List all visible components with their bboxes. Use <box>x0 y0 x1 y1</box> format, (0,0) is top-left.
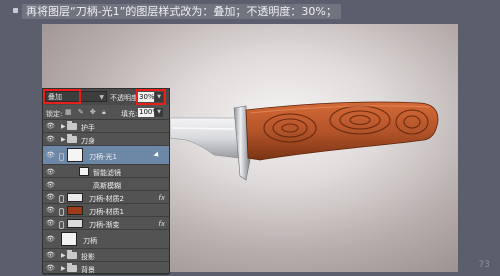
folder-icon <box>67 134 77 143</box>
layer-thumbnail <box>67 148 83 162</box>
eye-icon[interactable]: 👁︎ <box>46 265 56 272</box>
link-icon <box>59 208 64 216</box>
layer-row[interactable]: 👁︎ ▶ 背景 <box>43 262 169 275</box>
layer-thumbnail <box>61 232 77 246</box>
layer-name: 刀柄-材质2 <box>89 195 124 203</box>
page-number: 73 <box>478 260 490 270</box>
folder-icon <box>67 263 77 272</box>
layer-name: 刀身 <box>81 137 95 145</box>
link-icon <box>59 221 64 229</box>
layer-row[interactable]: 👁︎ ▶ 护手 <box>43 120 169 133</box>
chevron-down-icon: ▼ <box>99 94 104 101</box>
eye-icon[interactable]: 👁︎ <box>46 168 55 176</box>
bullet-icon <box>13 8 18 13</box>
layer-thumbnail <box>67 206 83 215</box>
fx-icon[interactable]: fx <box>158 194 165 202</box>
layer-name: 护手 <box>81 124 95 132</box>
fill-slider-button[interactable]: ▼ <box>155 108 163 117</box>
eye-icon[interactable]: 👁︎ <box>46 220 56 227</box>
blend-opacity-row: 叠加 ▼ 不透明度: 30% ▼ <box>43 89 169 105</box>
eye-icon[interactable]: 👁︎ <box>46 252 56 259</box>
layer-thumbnail <box>67 219 83 228</box>
filter-row[interactable]: 👁︎ 高斯模糊 <box>43 178 169 191</box>
eye-icon[interactable]: 👁︎ <box>46 136 56 143</box>
layer-row[interactable]: 👁︎ ▶ 投影 <box>43 249 169 262</box>
eye-icon[interactable]: 👁︎ <box>46 207 56 214</box>
expand-arrow-icon[interactable]: ▶ <box>61 136 66 143</box>
layer-name: 刀柄-渐变 <box>89 221 120 229</box>
lock-fill-row: 锁定: ▦ ✎ ✥ 🔒︎ 填充: 100% ▼ <box>43 106 169 120</box>
folder-icon <box>67 250 77 259</box>
layers-panel: 叠加 ▼ 不透明度: 30% ▼ 锁定: ▦ ✎ ✥ 🔒︎ 填充: 100% ▼… <box>42 88 170 275</box>
layer-row[interactable]: 👁︎ 刀柄-渐变 fx <box>43 217 169 230</box>
expand-arrow-icon[interactable]: ▶ <box>61 123 66 130</box>
layer-name: 刀柄-材质1 <box>89 208 124 216</box>
eye-icon[interactable]: 👁︎ <box>46 194 56 201</box>
link-icon <box>59 153 64 161</box>
layer-name: 高斯模糊 <box>93 182 121 190</box>
lock-label: 锁定: <box>46 110 63 118</box>
fx-icon[interactable]: fx <box>158 220 165 228</box>
fill-label: 填充: <box>121 110 138 118</box>
eye-icon[interactable]: 👁︎ <box>46 123 56 130</box>
layer-name: 背景 <box>81 266 95 274</box>
expand-arrow-icon[interactable]: ▶ <box>61 252 66 259</box>
layer-name: 投影 <box>81 253 95 261</box>
filter-mask-thumbnail <box>79 167 89 176</box>
layer-name: 刀柄-光1 <box>89 153 117 161</box>
layer-name: 智能滤镜 <box>93 169 121 177</box>
link-icon <box>59 195 64 203</box>
eye-icon[interactable]: 👁︎ <box>46 152 56 159</box>
mouse-cursor-icon <box>153 151 161 159</box>
layer-thumbnail <box>67 193 83 202</box>
blend-mode-highlight <box>43 89 81 104</box>
layer-row-selected[interactable]: 👁︎ 刀柄-光1 <box>43 146 169 165</box>
instruction-text: 再将图层“刀柄-光1”的图层样式改为：叠加；不透明度：30%； <box>22 4 341 19</box>
layer-row[interactable]: 👁︎ 刀柄-材质2 fx <box>43 191 169 204</box>
expand-arrow-icon[interactable]: ▶ <box>61 265 66 272</box>
folder-icon <box>67 121 77 130</box>
eye-icon[interactable]: 👁︎ <box>46 181 55 189</box>
lock-icons[interactable]: ▦ ✎ ✥ 🔒︎ <box>65 108 108 117</box>
eye-icon[interactable]: 👁︎ <box>46 236 56 243</box>
layer-row[interactable]: 👁︎ 刀柄-材质1 <box>43 204 169 217</box>
layer-name: 刀柄 <box>83 237 97 245</box>
smart-filter-row[interactable]: 👁︎ 智能滤镜 <box>43 165 169 178</box>
fill-input[interactable]: 100% <box>138 108 159 117</box>
layer-row[interactable]: 👁︎ ▶ 刀身 <box>43 133 169 146</box>
opacity-highlight <box>136 89 166 105</box>
layer-row[interactable]: 👁︎ 刀柄 <box>43 230 169 249</box>
